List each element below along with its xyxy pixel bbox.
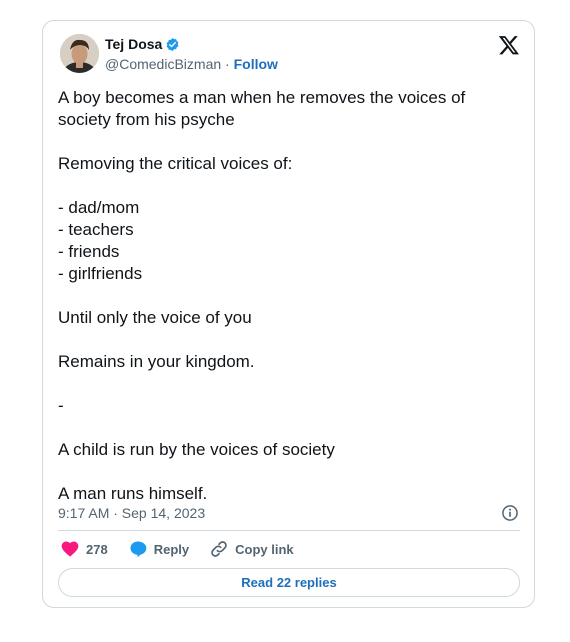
heart-icon — [61, 541, 79, 557]
separator-dot: · — [225, 56, 230, 72]
copy-link-label: Copy link — [235, 541, 294, 557]
divider — [58, 530, 520, 531]
link-icon — [211, 541, 227, 557]
reply-label: Reply — [153, 541, 190, 557]
reply-button[interactable]: Reply — [128, 539, 189, 559]
reply-bubble-icon — [130, 541, 147, 558]
like-button[interactable]: 278 — [60, 539, 108, 559]
tweet-meta: 9:17 AM · Sep 14, 2023 — [58, 503, 520, 523]
verified-badge-icon — [165, 37, 180, 52]
author-handle[interactable]: @ComedicBizman — [105, 56, 221, 72]
timestamp[interactable]: 9:17 AM · Sep 14, 2023 — [58, 505, 205, 521]
info-icon[interactable] — [500, 503, 520, 523]
copy-link-button[interactable]: Copy link — [209, 539, 294, 559]
tweet-text: A boy becomes a man when he removes the … — [58, 88, 466, 503]
like-count: 278 — [86, 541, 108, 557]
action-bar: 278 Reply Copy link — [60, 539, 314, 559]
follow-link[interactable]: Follow — [234, 56, 278, 72]
read-replies-button[interactable]: Read 22 replies — [58, 568, 520, 597]
x-logo-icon[interactable] — [498, 34, 520, 56]
author-name[interactable]: Tej Dosa — [105, 36, 162, 52]
author-handle-row: @ComedicBizman · Follow — [105, 56, 278, 72]
read-replies-label: Read 22 replies — [241, 575, 337, 590]
tweet-card: Tej Dosa @ComedicBizman · Follow A boy b… — [42, 20, 535, 608]
author-name-row: Tej Dosa — [105, 36, 180, 52]
avatar[interactable] — [60, 34, 99, 73]
